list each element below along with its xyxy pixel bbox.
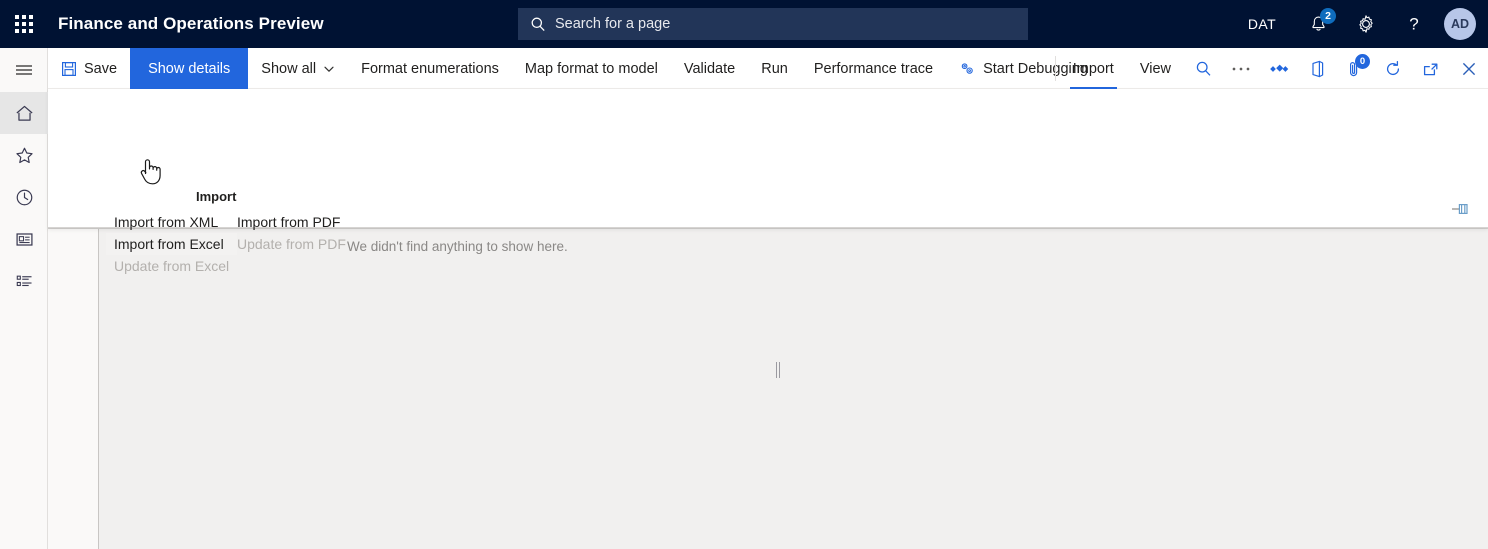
sidebar-item-hamburger-menu[interactable] — [0, 48, 48, 92]
save-button[interactable]: Save — [48, 48, 130, 89]
share-diamonds-icon[interactable] — [1260, 48, 1298, 89]
refresh-icon[interactable] — [1374, 48, 1412, 89]
search-input[interactable]: Search for a page — [518, 8, 1028, 40]
show-details-button[interactable]: Show details — [130, 48, 249, 89]
performance-trace-button[interactable]: Performance trace — [801, 48, 946, 89]
map-format-to-model-button[interactable]: Map format to model — [512, 48, 671, 89]
import-dropdown-panel: Import Import from XML Import from Excel… — [48, 89, 1488, 273]
home-icon — [15, 105, 33, 121]
help-icon: ? — [1409, 15, 1418, 34]
splitter-handle[interactable] — [776, 362, 780, 378]
command-search-icon[interactable] — [1184, 48, 1222, 89]
top-navigation-bar: Finance and Operations Preview Search fo… — [0, 0, 1488, 48]
sidebar-item-modules[interactable] — [0, 260, 48, 302]
workspace-icon — [15, 232, 33, 246]
show-details-label: Show details — [148, 60, 231, 77]
menu-item-import-from-excel[interactable]: Import from Excel — [106, 233, 238, 255]
office-app-icon[interactable] — [1298, 48, 1336, 89]
format-enumerations-label: Format enumerations — [361, 60, 499, 77]
command-bar: Save Show details Show all Format enumer… — [48, 48, 1488, 89]
notification-count-badge: 2 — [1320, 8, 1336, 24]
page-title: Finance and Operations Preview — [58, 14, 324, 33]
star-icon — [15, 147, 33, 163]
format-enumerations-button[interactable]: Format enumerations — [348, 48, 512, 89]
menu-item-import-from-pdf[interactable]: Import from PDF — [229, 211, 354, 233]
gears-icon — [959, 61, 976, 77]
sidebar-item-workspaces[interactable] — [0, 218, 48, 260]
command-bar-right-group: Import View 0 — [1051, 48, 1488, 89]
hamburger-icon — [16, 65, 32, 75]
content-left-pane — [48, 229, 99, 549]
left-navigation-rail — [0, 48, 48, 549]
company-selector[interactable]: DAT — [1238, 0, 1286, 48]
attachments-icon[interactable]: 0 — [1336, 48, 1374, 89]
tab-import-label: Import — [1072, 60, 1114, 77]
run-button[interactable]: Run — [748, 48, 801, 89]
save-icon — [61, 61, 77, 77]
empty-state-message: We didn't find anything to show here. — [347, 239, 568, 254]
help-button[interactable]: ? — [1390, 0, 1438, 48]
sidebar-item-home[interactable] — [0, 92, 48, 134]
popout-icon[interactable] — [1412, 48, 1450, 89]
menu-item-import-from-xml[interactable]: Import from XML — [106, 211, 237, 233]
menu-item-update-from-excel: Update from Excel — [114, 258, 230, 274]
menu-item-update-from-pdf: Update from PDF — [237, 236, 346, 252]
sidebar-item-recent[interactable] — [0, 176, 48, 218]
tab-import[interactable]: Import — [1060, 48, 1127, 89]
run-label: Run — [761, 60, 788, 77]
clock-icon — [16, 189, 32, 205]
notifications-button[interactable]: 2 — [1294, 0, 1342, 48]
top-bar-right-group: DAT 2 ? AD — [1238, 0, 1488, 48]
sidebar-item-favorites[interactable] — [0, 134, 48, 176]
avatar[interactable]: AD — [1444, 8, 1476, 40]
pin-icon[interactable] — [1448, 197, 1472, 221]
performance-trace-label: Performance trace — [813, 60, 934, 77]
dropdown-column-1: Import from XML Import from Excel Update… — [106, 211, 238, 277]
attachment-count-badge: 0 — [1355, 54, 1370, 69]
overflow-ellipsis-icon[interactable] — [1222, 48, 1260, 89]
show-all-button[interactable]: Show all — [248, 48, 348, 89]
divider — [1054, 56, 1056, 81]
app-grid-glyph — [15, 15, 33, 33]
validate-label: Validate — [683, 60, 736, 77]
svg-text:?: ? — [1409, 15, 1418, 34]
main-content-area: We didn't find anything to show here. — [48, 228, 1488, 549]
app-grid-icon[interactable] — [0, 0, 48, 48]
validate-button[interactable]: Validate — [671, 48, 748, 89]
list-icon — [16, 275, 32, 286]
dropdown-column-2: Import from PDF Update from PDF — [229, 211, 354, 255]
show-all-label: Show all — [261, 60, 317, 77]
search-icon — [530, 16, 546, 32]
gear-icon — [1359, 15, 1373, 33]
search-placeholder: Search for a page — [555, 16, 671, 32]
chevron-down-icon — [323, 63, 335, 75]
close-icon[interactable] — [1450, 48, 1488, 89]
map-format-to-model-label: Map format to model — [524, 60, 658, 77]
application-window: Finance and Operations Preview Search fo… — [0, 0, 1488, 549]
settings-button[interactable] — [1342, 0, 1390, 48]
save-label: Save — [84, 60, 118, 77]
tab-view-label: View — [1139, 60, 1171, 77]
tab-view[interactable]: View — [1127, 48, 1184, 89]
dropdown-group-title: Import — [196, 189, 237, 204]
